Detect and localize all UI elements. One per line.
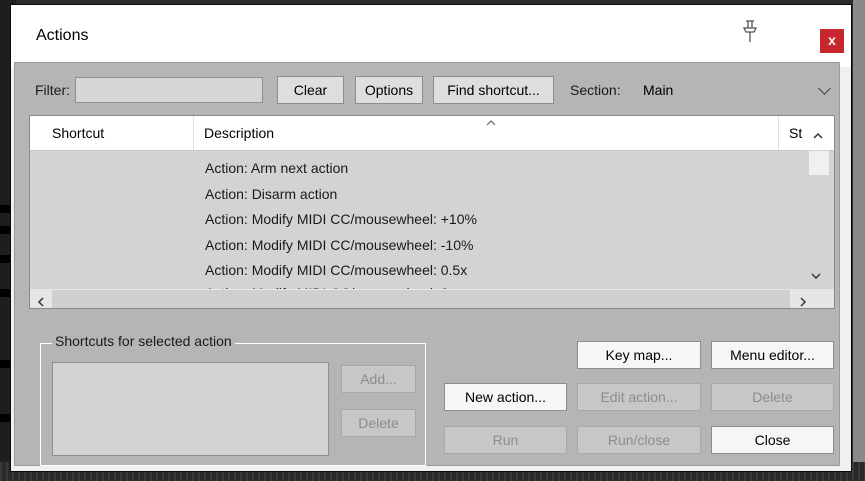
add-shortcut-button[interactable]: Add... xyxy=(341,365,416,393)
list-item[interactable]: Action: Arm next action xyxy=(205,160,348,176)
filter-label: Filter: xyxy=(35,82,70,98)
section-value: Main xyxy=(643,82,674,98)
scroll-up-icon[interactable] xyxy=(809,127,829,145)
waveform-segment xyxy=(0,289,10,297)
scroll-down-icon[interactable] xyxy=(811,268,821,280)
column-header-description[interactable]: Description xyxy=(204,125,274,141)
list-item[interactable]: Action: Modify MIDI CC/mousewheel: +10% xyxy=(205,211,477,227)
menu-editor-button[interactable]: Menu editor... xyxy=(711,341,834,369)
delete-action-button[interactable]: Delete xyxy=(711,383,834,411)
options-button[interactable]: Options xyxy=(355,76,423,104)
list-item[interactable]: Action: Modify MIDI CC/mousewheel: 0.5x xyxy=(205,262,467,278)
waveform-segment xyxy=(0,205,10,213)
background-right-edge xyxy=(853,0,865,481)
close-button[interactable]: Close xyxy=(711,426,834,454)
scroll-right-icon[interactable] xyxy=(798,294,808,307)
key-map-button[interactable]: Key map... xyxy=(577,341,701,369)
close-window-button[interactable]: x xyxy=(820,29,844,53)
shortcuts-list[interactable] xyxy=(52,362,329,456)
window-title: Actions xyxy=(36,27,89,44)
pin-icon[interactable] xyxy=(740,19,760,43)
delete-shortcut-button[interactable]: Delete xyxy=(341,409,416,437)
clear-button[interactable]: Clear xyxy=(277,76,344,104)
list-item[interactable]: Action: Disarm action xyxy=(205,186,337,202)
waveform-segment xyxy=(0,360,10,368)
list-item[interactable]: Action: Modify MIDI CC/mousewheel: -10% xyxy=(205,237,473,253)
waveform-segment xyxy=(0,255,10,263)
shortcuts-group-title: Shortcuts for selected action xyxy=(52,333,235,349)
list-header: Shortcut Description St xyxy=(30,116,834,151)
chevron-down-icon xyxy=(818,82,831,95)
scroll-left-icon[interactable] xyxy=(36,294,46,307)
section-dropdown[interactable]: Main xyxy=(628,77,838,103)
run-button[interactable]: Run xyxy=(444,426,567,454)
waveform-segment xyxy=(0,414,10,422)
actions-list[interactable]: Shortcut Description St Action: Arm next… xyxy=(29,115,835,309)
run-close-button[interactable]: Run/close xyxy=(577,426,701,454)
edit-action-button[interactable]: Edit action... xyxy=(577,383,701,411)
filter-input[interactable] xyxy=(75,77,263,103)
vertical-scrollbar[interactable] xyxy=(806,132,830,290)
new-action-button[interactable]: New action... xyxy=(444,383,567,411)
horizontal-scroll-thumb[interactable] xyxy=(52,290,790,308)
column-divider xyxy=(193,116,194,150)
title-bar[interactable]: Actions x xyxy=(11,5,851,67)
sort-ascending-icon xyxy=(486,120,496,126)
column-divider xyxy=(778,116,779,150)
section-label: Section: xyxy=(570,82,621,98)
column-header-state[interactable]: St xyxy=(789,125,802,141)
vertical-scroll-thumb[interactable] xyxy=(809,151,829,175)
find-shortcut-button[interactable]: Find shortcut... xyxy=(433,76,554,104)
waveform-segment xyxy=(0,226,10,234)
column-header-shortcut[interactable]: Shortcut xyxy=(52,125,104,141)
horizontal-scrollbar[interactable] xyxy=(30,289,834,308)
